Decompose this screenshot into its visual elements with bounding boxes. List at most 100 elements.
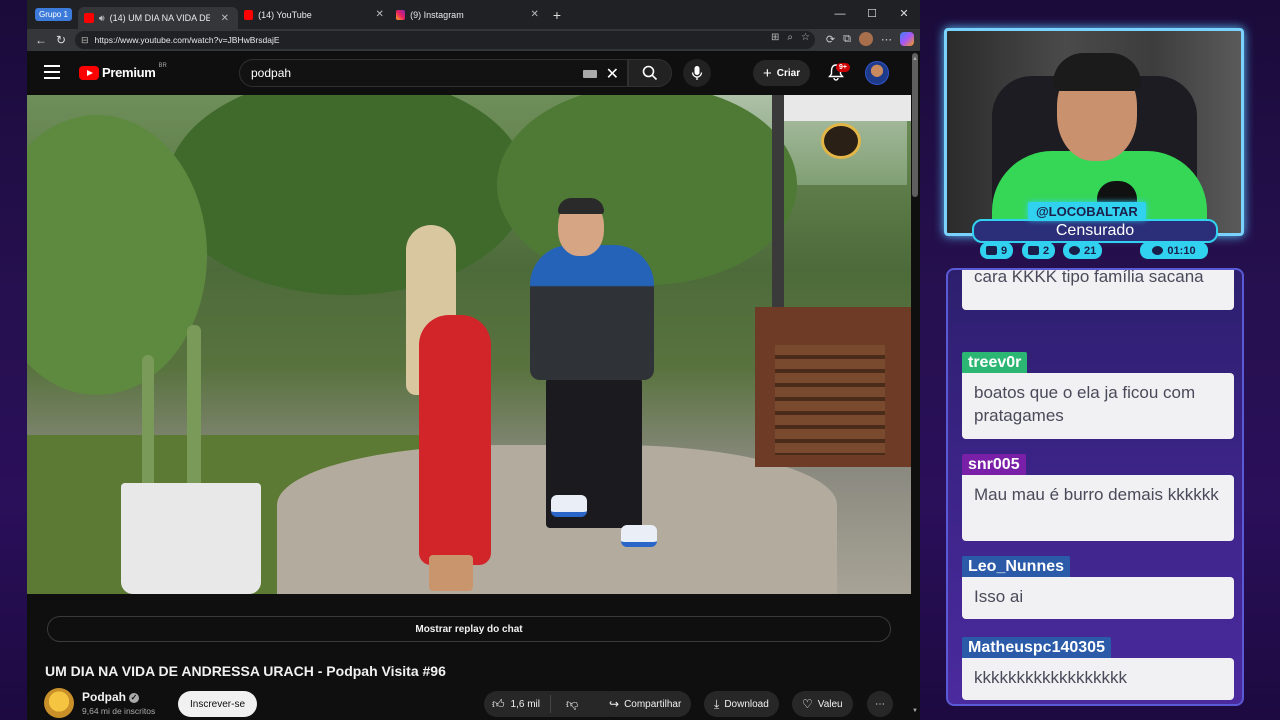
video-post	[772, 95, 784, 307]
search-input[interactable]: podpah ✕	[239, 59, 628, 87]
minimize-icon[interactable]: —	[824, 0, 856, 29]
thumbs-up-icon: 👍︎	[492, 696, 505, 711]
favorite-star-icon[interactable]: ☆	[801, 32, 810, 43]
youtube-logo[interactable]: Premium BR	[79, 62, 167, 80]
show-chat-replay-button[interactable]: Mostrar replay do chat	[47, 616, 891, 642]
chat-message: boatos que o ela ja ficou com pratagames	[962, 373, 1234, 439]
chat-message-partial: cara KKKK tipo família sacana	[962, 270, 1234, 310]
video-title: UM DIA NA VIDA DE ANDRESSA URACH - Podpa…	[45, 663, 446, 679]
stat-video: 2	[1022, 242, 1056, 259]
extensions-icon[interactable]: ⟳	[826, 33, 835, 46]
microphone-icon	[691, 66, 703, 80]
create-button[interactable]: + Criar	[753, 60, 811, 86]
stat-whatsapp: 01:10	[1140, 242, 1208, 259]
extensions: ⟳ ⧉ ⋯	[826, 32, 914, 46]
page-scrollbar[interactable]	[912, 53, 918, 197]
video-shoe	[551, 495, 587, 517]
close-tab-icon[interactable]: ✕	[376, 9, 384, 20]
new-tab-icon[interactable]: +	[553, 7, 561, 23]
channel-name-text: Podpah	[82, 690, 126, 704]
chat-username: snr005	[962, 454, 1026, 476]
download-icon: ⤓	[714, 696, 720, 711]
video-player[interactable]	[27, 95, 911, 594]
verified-icon: ✓	[129, 692, 139, 703]
menu-dots-icon[interactable]: ⋯	[881, 33, 892, 46]
voice-search-button[interactable]	[683, 59, 711, 87]
dislike-button[interactable]: 👎︎	[556, 697, 588, 712]
whatsapp-icon	[1152, 246, 1164, 255]
logo-text: Premium	[102, 65, 156, 80]
zoom-icon[interactable]: ⌕	[787, 32, 793, 43]
stat-chat: 9	[980, 242, 1014, 259]
video-roof	[782, 95, 911, 121]
thanks-label: Valeu	[817, 698, 843, 710]
youtube-favicon-icon	[243, 9, 254, 20]
site-info-icon[interactable]: ⊟	[81, 35, 89, 46]
search-button[interactable]	[628, 59, 672, 87]
speaker-icon[interactable]: 🔊︎	[99, 13, 105, 24]
logo-region: BR	[158, 62, 167, 69]
chat-message: Isso ai	[962, 577, 1234, 619]
chat-panel: cara KKKK tipo família sacana treev0r bo…	[946, 268, 1244, 706]
tab-group-chip[interactable]: Grupo 1	[35, 8, 72, 21]
stat-clock: 21	[1063, 242, 1103, 259]
youtube-play-icon	[79, 65, 99, 80]
maximize-icon[interactable]: ☐	[856, 0, 888, 29]
chat-bubble-icon	[986, 246, 997, 255]
instagram-favicon-icon	[395, 9, 406, 20]
stream-status-label: Censurado	[972, 219, 1218, 243]
back-icon[interactable]: ←	[31, 33, 51, 47]
thanks-button[interactable]: ♡ Valeu	[792, 691, 853, 717]
tab-title: (14) YouTube	[258, 9, 312, 20]
share-icon: ↪	[609, 697, 620, 711]
thumbs-down-icon: 👎︎	[566, 696, 579, 711]
stat-clock-value: 21	[1084, 244, 1097, 257]
tab-instagram[interactable]: (9) Instagram ✕	[390, 4, 545, 26]
close-window-icon[interactable]: ✕	[888, 0, 920, 29]
video-icon	[1028, 246, 1039, 255]
close-tab-icon[interactable]: ✕	[531, 9, 539, 20]
url-text: https://www.youtube.com/watch?v=JBHwBrsd…	[94, 35, 280, 45]
avatar[interactable]	[865, 61, 889, 85]
share-button[interactable]: ↪ Compartilhar	[599, 691, 692, 717]
youtube-favicon-icon	[83, 13, 94, 23]
clock-icon	[1069, 246, 1080, 255]
tab-video[interactable]: 🔊︎ (14) UM DIA NA VIDA DE AN ✕	[77, 7, 238, 29]
collections-icon[interactable]: ⧉	[843, 33, 851, 46]
reload-icon[interactable]: ↻	[51, 33, 71, 47]
youtube-header: Premium BR podpah ✕ + Criar 9+	[27, 51, 920, 95]
subscribe-button[interactable]: Inscrever-se	[178, 691, 258, 717]
search-icon	[642, 65, 658, 81]
notification-badge: 9+	[836, 63, 850, 72]
webcam-streamer-hair	[1053, 53, 1141, 91]
channel-avatar[interactable]	[44, 688, 74, 718]
apps-icon[interactable]: ⊞	[771, 32, 779, 43]
subscriber-count: 9,64 mi de inscritos	[82, 706, 156, 716]
channel-watermark-logo	[821, 123, 861, 159]
keyboard-icon[interactable]	[583, 70, 597, 78]
tab-youtube[interactable]: (14) YouTube ✕	[238, 4, 390, 26]
copilot-icon[interactable]	[900, 32, 914, 46]
url-field[interactable]: ⊟ https://www.youtube.com/watch?v=JBHwBr…	[75, 31, 815, 49]
tab-title: (14) UM DIA NA VIDA DE AN	[109, 13, 210, 23]
profile-avatar-icon[interactable]	[859, 32, 873, 46]
chat-username: Matheuspc140305	[962, 637, 1111, 659]
create-label: Criar	[776, 67, 801, 79]
download-button[interactable]: ⤓ Download	[704, 691, 779, 717]
chat-message: kkkkkkkkkkkkkkkkkk	[962, 658, 1234, 700]
video-woman-dress	[419, 315, 491, 565]
menu-icon[interactable]	[44, 65, 60, 79]
channel-name[interactable]: Podpah ✓	[82, 690, 139, 704]
more-actions-button[interactable]: ⋯	[867, 691, 893, 717]
video-stairs	[775, 345, 885, 455]
search-value: podpah	[251, 66, 292, 80]
clear-search-icon[interactable]: ✕	[606, 64, 619, 84]
stat-whats-value: 01:10	[1167, 244, 1196, 257]
stat-video-value: 2	[1043, 244, 1050, 257]
scroll-up-icon[interactable]: ▲	[912, 56, 918, 62]
close-tab-icon[interactable]: ✕	[221, 13, 229, 24]
share-label: Compartilhar	[624, 698, 682, 710]
like-button[interactable]: 👍︎ 1,6 mil	[484, 695, 551, 713]
scroll-down-icon[interactable]: ▼	[912, 708, 918, 714]
video-pot	[121, 483, 261, 594]
